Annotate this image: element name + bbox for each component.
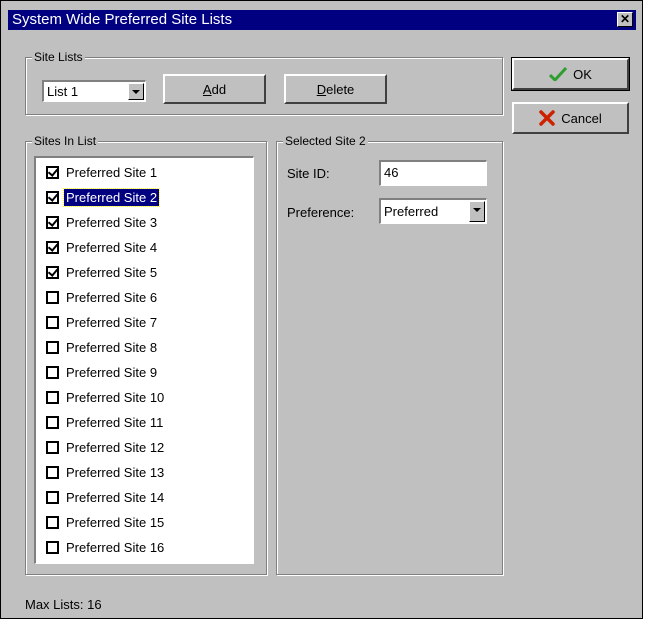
cancel-label: Cancel [561, 110, 602, 126]
site-checkbox[interactable] [46, 290, 59, 304]
sites-listbox[interactable]: Preferred Site 1 Preferred Site 2 Preferre… [34, 156, 254, 564]
list-item[interactable]: Preferred Site 12 [46, 437, 166, 457]
site-checkbox[interactable] [46, 315, 59, 329]
site-label[interactable]: Preferred Site 4 [64, 239, 159, 256]
site-label[interactable]: Preferred Site 10 [64, 389, 166, 406]
preference-label: Preference: [287, 205, 355, 220]
site-checkbox[interactable] [46, 540, 59, 554]
preference-select[interactable]: Preferred [379, 198, 487, 224]
list-item[interactable]: Preferred Site 1 [46, 162, 159, 182]
site-label[interactable]: Preferred Site 13 [64, 464, 166, 481]
site-checkbox[interactable] [46, 415, 59, 429]
max-lists-status: Max Lists: 16 [25, 597, 102, 612]
site-id-label: Site ID: [287, 166, 330, 181]
site-lists-group: Site Lists List 1 Add Delete [25, 50, 503, 115]
site-checkbox[interactable] [46, 390, 59, 404]
delete-button[interactable]: Delete [284, 74, 387, 104]
site-checkbox[interactable] [46, 240, 59, 254]
ok-label: OK [573, 66, 592, 82]
list-item[interactable]: Preferred Site 3 [46, 212, 159, 232]
chevron-down-icon[interactable] [128, 83, 144, 100]
site-id-value: 46 [384, 165, 399, 180]
site-checkbox[interactable] [46, 165, 59, 179]
site-label[interactable]: Preferred Site 9 [64, 364, 159, 381]
site-label[interactable]: Preferred Site 15 [64, 514, 166, 531]
cancel-x-icon [539, 110, 556, 126]
site-label[interactable]: Preferred Site 8 [64, 339, 159, 356]
site-checkbox[interactable] [46, 440, 59, 454]
site-lists-group-label: Site Lists [32, 50, 85, 64]
site-checkbox[interactable] [46, 515, 59, 529]
sites-in-list-group-label: Sites In List [32, 134, 99, 148]
site-checkbox[interactable] [46, 265, 59, 279]
site-label[interactable]: Preferred Site 11 [64, 414, 165, 431]
list-item[interactable]: Preferred Site 7 [46, 312, 159, 332]
checkmark-icon [549, 67, 568, 81]
selected-site-group-label: Selected Site 2 [283, 134, 368, 148]
site-label[interactable]: Preferred Site 1 [64, 164, 159, 181]
site-label[interactable]: Preferred Site 3 [64, 214, 159, 231]
list-item[interactable]: Preferred Site 16 [46, 537, 166, 557]
site-checkbox[interactable] [46, 340, 59, 354]
site-checkbox[interactable] [46, 190, 59, 204]
site-label[interactable]: Preferred Site 14 [64, 489, 166, 506]
add-button[interactable]: Add [163, 74, 266, 104]
site-label[interactable]: Preferred Site 6 [64, 289, 159, 306]
title-bar[interactable]: System Wide Preferred Site Lists ✕ [8, 10, 636, 30]
site-label[interactable]: Preferred Site 2 [62, 187, 161, 207]
site-checkbox[interactable] [46, 365, 59, 379]
chevron-down-icon[interactable] [469, 201, 485, 222]
list-item[interactable]: Preferred Site 6 [46, 287, 159, 307]
sites-in-list-group: Sites In List Preferred Site 1 Preferred … [25, 134, 267, 575]
list-item[interactable]: Preferred Site 13 [46, 462, 166, 482]
ok-button[interactable]: OK [511, 57, 630, 91]
preference-select-value: Preferred [384, 204, 439, 219]
list-item[interactable]: Preferred Site 15 [46, 512, 166, 532]
list-select[interactable]: List 1 [42, 80, 146, 102]
site-label[interactable]: Preferred Site 5 [64, 264, 159, 281]
site-checkbox[interactable] [46, 465, 59, 479]
list-item[interactable]: Preferred Site 9 [46, 362, 159, 382]
close-icon: ✕ [619, 12, 631, 26]
list-item[interactable]: Preferred Site 10 [46, 387, 166, 407]
list-item[interactable]: Preferred Site 2 [46, 187, 161, 207]
list-select-value: List 1 [47, 84, 79, 99]
cancel-button[interactable]: Cancel [512, 102, 629, 134]
list-item[interactable]: Preferred Site 4 [46, 237, 159, 257]
list-item[interactable]: Preferred Site 8 [46, 337, 159, 357]
list-item[interactable]: Preferred Site 14 [46, 487, 166, 507]
list-item[interactable]: Preferred Site 11 [46, 412, 165, 432]
site-checkbox[interactable] [46, 490, 59, 504]
list-item[interactable]: Preferred Site 5 [46, 262, 159, 282]
site-checkbox[interactable] [46, 215, 59, 229]
site-label[interactable]: Preferred Site 7 [64, 314, 159, 331]
site-label[interactable]: Preferred Site 12 [64, 439, 166, 456]
window-title: System Wide Preferred Site Lists [12, 11, 233, 28]
site-label[interactable]: Preferred Site 16 [64, 539, 166, 556]
close-button[interactable]: ✕ [617, 12, 633, 27]
dialog-window: System Wide Preferred Site Lists ✕ Site … [0, 0, 643, 619]
site-id-field[interactable]: 46 [379, 160, 487, 186]
selected-site-group: Selected Site 2 Site ID: 46 Preference: … [276, 134, 503, 575]
